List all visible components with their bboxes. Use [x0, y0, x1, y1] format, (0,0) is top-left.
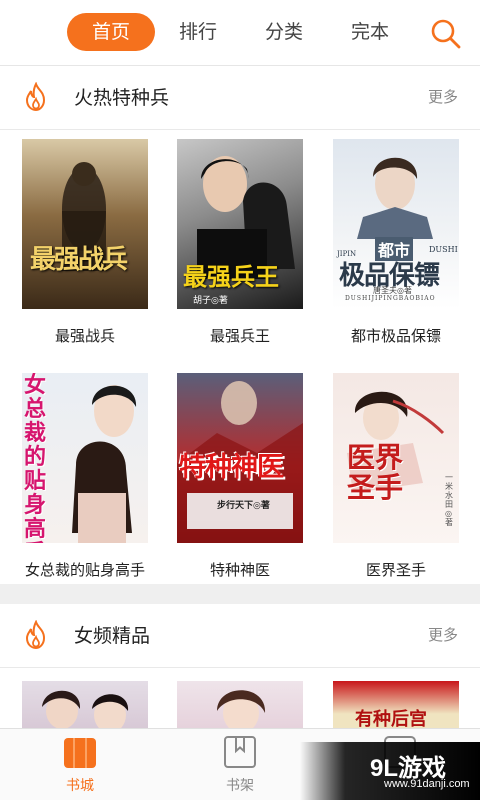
cover-title: 有种后宫 [355, 709, 427, 728]
section-divider [0, 584, 480, 604]
book-cover[interactable]: 医界圣手 一米水田◎著 [333, 373, 459, 543]
book-title: 最强兵王 [209, 327, 270, 345]
book-cover[interactable]: 都市 极品保镖 JIPIN DUSHI DUSHIJIPINGBAOBIAO 唐… [333, 139, 459, 309]
section-header-female: 女频精品 更多 [0, 604, 480, 668]
book-card[interactable]: 有种后宫 [333, 681, 459, 728]
tab-ranking[interactable]: 排行 [168, 13, 228, 51]
book-title: 最强战兵 [54, 327, 115, 345]
cover-author: 一米水田◎著 [445, 473, 453, 527]
cover-latin: JIPIN [337, 250, 357, 258]
cover-latin2: DUSHI [429, 245, 458, 254]
watermark: 9L游戏 www.91danji.com [300, 742, 480, 800]
book-card[interactable] [22, 681, 148, 728]
cover-subtitle: DUSHIJIPINGBAOBIAO [345, 295, 436, 302]
cover-title: 特种神医 [179, 452, 284, 483]
tab-book-city[interactable]: 书城 [40, 735, 120, 795]
fire-icon [22, 619, 50, 650]
tab-label: 书城 [66, 778, 94, 794]
cover-author: 步行天下◎著 [217, 501, 270, 511]
search-icon[interactable] [428, 16, 464, 52]
cover-author: 胡子◎著 [193, 296, 228, 306]
cover-title: 最强战兵 [30, 245, 128, 275]
book-card[interactable]: 都市 极品保镖 JIPIN DUSHI DUSHIJIPINGBAOBIAO 唐… [333, 139, 459, 345]
bookshelf-icon [223, 735, 257, 769]
more-link[interactable]: 更多 [428, 624, 458, 645]
section-title: 火热特种兵 [74, 87, 170, 109]
book-cover[interactable]: 有种后宫 [333, 681, 459, 728]
cover-title: 医界圣手 [347, 441, 404, 504]
cover-title: 最强兵王 [183, 262, 279, 291]
book-card[interactable]: 医界圣手 一米水田◎著 医界圣手 [333, 373, 459, 579]
tab-category[interactable]: 分类 [254, 13, 314, 51]
book-cover[interactable] [22, 681, 148, 728]
book-card[interactable]: 最强战兵 最强战兵 [22, 139, 148, 345]
book-cover[interactable]: 最强战兵 [22, 139, 148, 309]
cover-author: 唐圣夫◎著 [373, 286, 412, 295]
book-cover[interactable]: 特种神医 步行天下◎著 [177, 373, 303, 543]
book-cover[interactable] [177, 681, 303, 728]
watermark-url: www.91danji.com [384, 778, 470, 790]
tab-label: 书架 [226, 778, 254, 794]
tab-completed[interactable]: 完本 [340, 13, 400, 51]
book-card[interactable]: 特种神医 步行天下◎著 特种神医 [177, 373, 303, 579]
book-title: 都市极品保镖 [350, 327, 441, 345]
fire-icon [22, 81, 50, 112]
more-link[interactable]: 更多 [428, 86, 458, 107]
book-title: 女总裁的贴身高手 [24, 561, 145, 579]
tab-home[interactable]: 首页 [67, 13, 155, 51]
section-header-hot: 火热特种兵 更多 [0, 66, 480, 130]
tab-bookshelf[interactable]: 书架 [200, 735, 280, 795]
book-cover[interactable]: 女总裁的贴身高手 [22, 373, 148, 543]
cover-title: 女总裁的贴身高手 [24, 373, 47, 543]
book-card[interactable]: 最强兵王 胡子◎著 最强兵王 [177, 139, 303, 345]
book-card[interactable] [177, 681, 303, 728]
book-card[interactable]: 女总裁的贴身高手 女总裁的贴身高手 [22, 373, 148, 579]
book-title: 医界圣手 [365, 561, 426, 579]
book-title: 特种神医 [209, 561, 270, 579]
top-nav: 首页 排行 分类 完本 [0, 0, 480, 66]
book-cover[interactable]: 最强兵王 胡子◎著 [177, 139, 303, 309]
section-title: 女频精品 [74, 625, 151, 647]
book-city-icon [63, 735, 97, 769]
